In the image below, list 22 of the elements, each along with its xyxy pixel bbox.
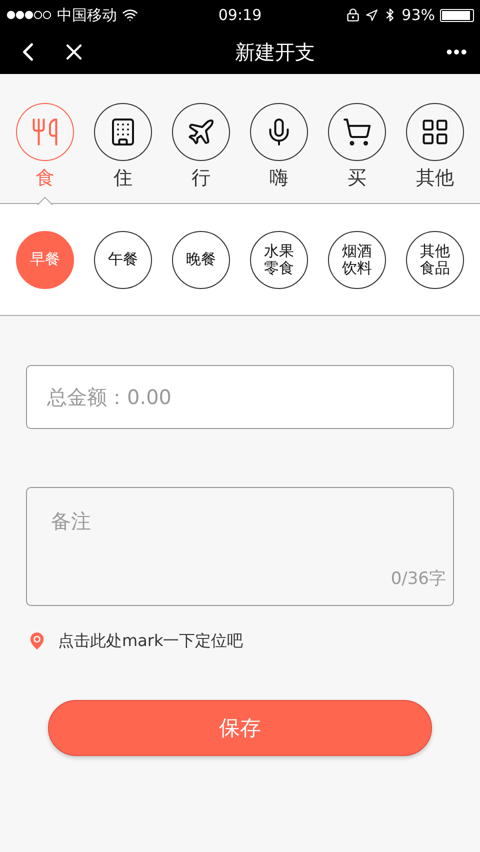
- carrier-name: 中国移动: [57, 6, 117, 24]
- character-counter: 0/36字: [390, 568, 446, 590]
- battery-icon: [440, 8, 474, 22]
- subcategory-button[interactable]: 烟酒饮料: [328, 230, 386, 288]
- more-button[interactable]: •••: [446, 42, 468, 62]
- utensils-icon: [30, 117, 60, 147]
- grid-icon: [420, 117, 450, 147]
- wifi-icon: [122, 7, 138, 23]
- airplane-icon: [186, 117, 216, 147]
- location-arrow-icon: [364, 8, 378, 22]
- page-title: 新建开支: [234, 38, 316, 66]
- battery-percent: 93%: [402, 6, 436, 24]
- clock-time: 09:19: [218, 6, 262, 24]
- location-link[interactable]: 点击此处mark一下定位吧: [58, 630, 244, 652]
- amount-field[interactable]: 总金额：0.00: [26, 365, 454, 429]
- subcategory-button[interactable]: 其他食品: [406, 230, 464, 288]
- signal-icon: [6, 10, 52, 20]
- cart-icon: [342, 117, 372, 147]
- subcategory-button[interactable]: 水果零食: [250, 230, 308, 288]
- subcategory-button[interactable]: 晚餐: [172, 230, 230, 288]
- lock-icon: [346, 8, 360, 22]
- subcategory-button[interactable]: 午餐: [94, 230, 152, 288]
